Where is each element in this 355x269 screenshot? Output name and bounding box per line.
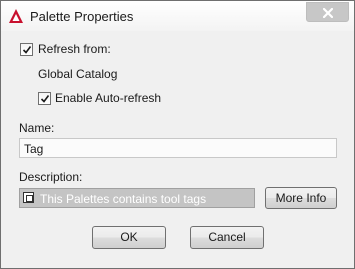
name-label: Name: [19,121,55,135]
refresh-from-label[interactable]: Refresh from: [38,42,111,56]
palette-properties-dialog: Palette Properties Refresh from: Global … [0,0,355,269]
checkmark-icon [22,46,32,54]
window-title: Palette Properties [30,9,134,24]
title-bar[interactable]: Palette Properties [1,1,354,31]
refresh-from-checkbox[interactable] [20,43,33,56]
ok-button[interactable]: OK [92,226,166,249]
auto-refresh-label[interactable]: Enable Auto-refresh [55,91,161,105]
refresh-source-text: Global Catalog [38,67,118,81]
checkmark-icon [40,95,50,103]
ellipsis-box-icon[interactable] [23,192,34,203]
description-field[interactable]: This Palettes contains tool tags [19,188,255,208]
description-label: Description: [19,170,83,184]
close-button[interactable] [306,2,349,22]
description-value: This Palettes contains tool tags [40,192,207,206]
autocad-a-icon [8,8,24,24]
ok-button-label: OK [120,230,138,244]
name-value: Tag [24,142,44,156]
cancel-button[interactable]: Cancel [190,226,264,249]
auto-refresh-checkbox[interactable] [38,92,51,105]
close-x-icon [323,8,333,18]
more-info-button[interactable]: More Info [265,187,337,209]
name-field[interactable]: Tag [19,138,337,158]
cancel-button-label: Cancel [208,230,246,244]
more-info-button-label: More Info [275,191,327,205]
